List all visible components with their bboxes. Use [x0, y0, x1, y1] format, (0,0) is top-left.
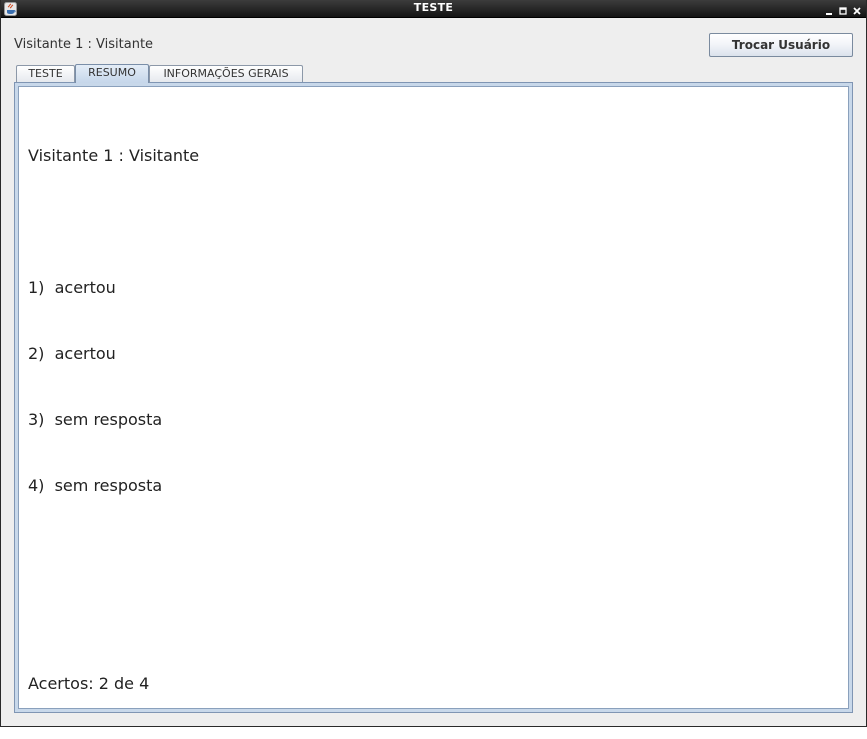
answer-line: 3) sem resposta — [28, 410, 163, 429]
summary-text-area[interactable]: Visitante 1 : Visitante 1) acertou 2) ac… — [18, 86, 849, 709]
minimize-icon[interactable] — [824, 2, 835, 15]
answer-line: 4) sem resposta — [28, 476, 163, 495]
answer-line: 2) acertou — [28, 344, 116, 363]
summary-text: Visitante 1 : Visitante 1) acertou 2) ac… — [28, 101, 199, 739]
tab-informacoes-gerais[interactable]: INFORMAÇÕES GERAIS — [149, 65, 303, 82]
summary-user-line: Visitante 1 : Visitante — [28, 146, 200, 165]
maximize-icon[interactable] — [838, 2, 849, 15]
title-bar[interactable]: TESTE — [1, 0, 866, 18]
window-title: TESTE — [413, 1, 454, 14]
current-user-label: Visitante 1 : Visitante — [14, 37, 154, 52]
application-window: TESTE Visitante 1 : Visitante Trocar Usu… — [0, 0, 867, 727]
score-line: Acertos: 2 de 4 — [28, 674, 150, 693]
switch-user-button[interactable]: Trocar Usuário — [709, 33, 853, 57]
tab-label: TESTE — [28, 67, 63, 80]
tab-resumo[interactable]: RESUMO — [75, 64, 149, 83]
answer-line: 1) acertou — [28, 278, 116, 297]
resumo-panel: Visitante 1 : Visitante 1) acertou 2) ac… — [14, 82, 853, 713]
tab-label: INFORMAÇÕES GERAIS — [163, 67, 289, 80]
tab-label: RESUMO — [88, 66, 136, 79]
tab-teste[interactable]: TESTE — [16, 65, 75, 82]
close-icon[interactable] — [852, 2, 863, 15]
